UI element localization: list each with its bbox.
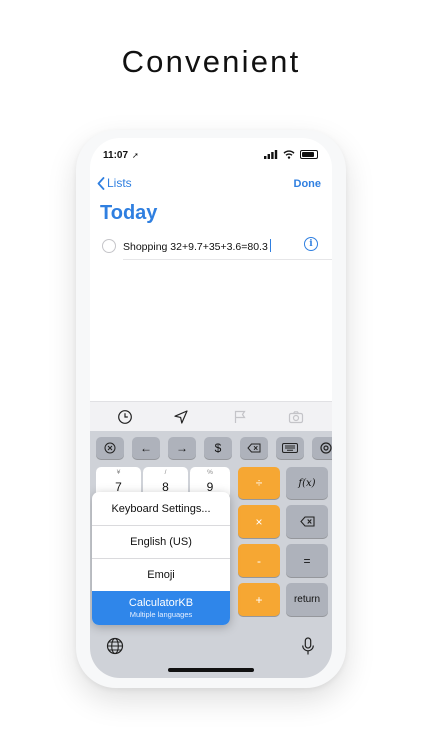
delete-left-key[interactable] [240,437,268,459]
keyboard-icon [282,443,298,453]
keyboard-switcher-menu: Keyboard Settings... English (US) Emoji … [92,492,230,625]
clear-key[interactable] [96,437,124,459]
globe-icon[interactable] [106,637,124,655]
delete-left-icon [247,443,261,453]
currency-key[interactable]: $ [204,437,232,459]
key-8-sub: / [164,469,167,476]
item-divider [123,259,332,260]
clock-icon[interactable] [117,409,133,425]
clear-icon [104,442,116,454]
multiply-key[interactable]: × [238,505,280,538]
backspace-key[interactable] [286,505,328,538]
left-arrow-icon: ← [140,441,152,455]
back-button[interactable]: Lists [97,176,132,190]
text-caret [269,239,272,252]
menu-item-emoji[interactable]: Emoji [92,558,230,592]
divide-key[interactable]: ÷ [238,467,280,499]
status-indicators [264,150,318,159]
left-arrow-key[interactable]: ← [132,437,160,459]
back-label: Lists [107,176,132,190]
key-7-sub: ¥ [116,469,121,476]
location-icon[interactable] [173,409,189,425]
done-button[interactable]: Done [294,178,322,190]
function-key[interactable]: f(x) [286,467,328,499]
settings-key[interactable] [312,437,332,459]
right-arrow-icon: → [176,441,188,455]
phone-screen: 11:07 ➚ Lists Done Today Shopping 32+9.7… [90,138,332,678]
add-label: + [255,592,263,607]
menu-item-label: Emoji [147,568,175,581]
input-toolbar [90,401,332,432]
menu-item-calculatorkb[interactable]: CalculatorKB Multiple languages [92,591,230,625]
calculator-keyboard: ← → $ ¥ 7 / 8 % 9 ÷ × - + f(x) = return … [90,431,332,678]
return-label: return [293,594,321,605]
list-title: Today [100,202,158,224]
signal-icon [264,150,278,159]
battery-icon [300,150,318,159]
item-text-field[interactable]: Shopping 32+9.7+35+3.6=80.3 [123,239,272,253]
menu-item-english[interactable]: English (US) [92,525,230,559]
headline: Convenient [121,44,301,79]
status-time: 11:07 [103,150,129,161]
menu-item-label: CalculatorKB [128,597,194,609]
subtract-key[interactable]: - [238,544,280,577]
backspace-icon [299,516,315,527]
item-checkbox[interactable] [102,239,116,253]
chevron-left-icon [97,176,105,190]
info-icon[interactable]: i [304,237,318,251]
equals-label: = [303,553,311,568]
key-9-sub: % [207,469,213,476]
camera-icon[interactable] [288,409,304,425]
multiply-label: × [255,514,263,529]
menu-item-label: English (US) [130,535,192,548]
item-text: Shopping 32+9.7+35+3.6=80.3 [123,241,268,253]
menu-item-label: Keyboard Settings... [111,502,211,515]
currency-label: $ [214,441,222,455]
menu-item-keyboard-settings[interactable]: Keyboard Settings... [92,492,230,526]
flag-icon[interactable] [232,409,248,425]
keyboard-key[interactable] [276,437,304,459]
location-arrow-icon: ➚ [132,151,139,160]
right-arrow-key[interactable]: → [168,437,196,459]
gear-icon [320,442,332,454]
return-key[interactable]: return [286,583,328,616]
menu-item-sublabel: Multiple languages [129,610,193,619]
subtract-label: - [257,553,261,568]
function-label: f(x) [298,477,316,489]
home-indicator [168,668,254,672]
divide-label: ÷ [255,476,263,490]
wifi-icon [283,150,295,159]
add-key[interactable]: + [238,583,280,616]
equals-key[interactable]: = [286,544,328,577]
microphone-icon[interactable] [301,637,315,656]
